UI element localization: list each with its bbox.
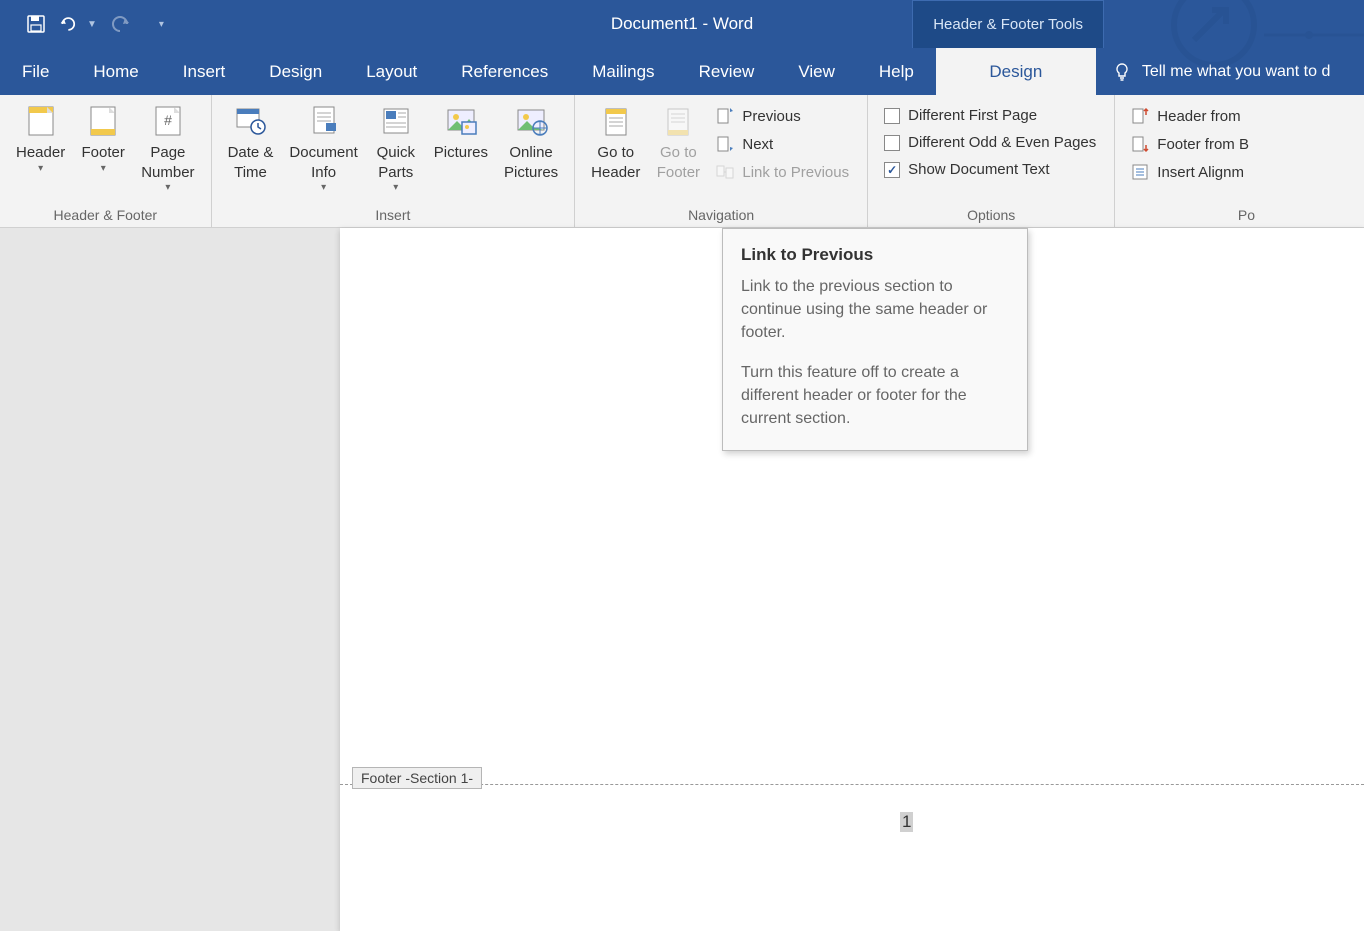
alignment-tab-icon [1131, 163, 1149, 181]
lightbulb-icon [1112, 62, 1132, 82]
document-info-button[interactable]: Document Info ▾ [281, 99, 365, 197]
group-label-options: Options [876, 203, 1106, 227]
group-options: Different First Page Different Odd & Eve… [868, 95, 1115, 227]
group-position: Header from Footer from B Insert Alignm … [1115, 95, 1267, 227]
redo-icon[interactable] [109, 13, 131, 35]
tab-view[interactable]: View [776, 48, 857, 95]
link-to-previous-button: Link to Previous [712, 161, 853, 183]
different-first-page-checkbox[interactable]: Different First Page [880, 105, 1100, 126]
tab-hf-design[interactable]: Design [936, 48, 1096, 95]
undo-icon[interactable] [59, 13, 81, 35]
undo-dropdown-caret[interactable]: ▼ [87, 19, 97, 30]
go-to-header-button[interactable]: Go to Header [583, 99, 648, 186]
next-icon [716, 135, 734, 153]
header-button[interactable]: Header ▾ [8, 99, 73, 178]
quick-access-toolbar: ▼ ▾ [0, 13, 164, 35]
online-pictures-button[interactable]: Online Pictures [496, 99, 566, 186]
svg-text:#: # [164, 112, 172, 128]
footer-button[interactable]: Footer ▾ [73, 99, 133, 178]
ribbon: Header ▾ Footer ▾ # Page Number ▾ Header… [0, 95, 1364, 228]
page-number-field[interactable]: 1 [900, 812, 913, 832]
tab-insert[interactable]: Insert [161, 48, 248, 95]
tooltip-body: Link to the previous section to continue… [741, 275, 1009, 430]
tab-review[interactable]: Review [677, 48, 777, 95]
group-insert: Date & Time Document Info ▾ Quick Parts … [212, 95, 576, 227]
tab-home[interactable]: Home [71, 48, 160, 95]
footer-boundary-line [340, 784, 1364, 785]
show-document-text-checkbox[interactable]: Show Document Text [880, 159, 1100, 180]
watermark-graphic [1134, 0, 1364, 100]
tab-mailings[interactable]: Mailings [570, 48, 676, 95]
checkbox-icon [884, 108, 900, 124]
contextual-tab-header-footer: Header & Footer Tools [912, 0, 1104, 48]
group-label-hf: Header & Footer [8, 203, 203, 227]
checkbox-icon [884, 135, 900, 151]
group-label-insert: Insert [220, 203, 567, 227]
header-from-top-icon [1131, 107, 1149, 125]
group-label-navigation: Navigation [583, 203, 859, 227]
save-icon[interactable] [25, 13, 47, 35]
group-navigation: Go to Header Go to Footer Previous Next … [575, 95, 868, 227]
quick-parts-button[interactable]: Quick Parts ▾ [366, 99, 426, 197]
group-label-position: Po [1123, 203, 1259, 227]
pictures-button[interactable]: Pictures [426, 99, 496, 167]
tab-design[interactable]: Design [247, 48, 344, 95]
document-area: Footer -Section 1- 1 [0, 228, 1364, 931]
group-header-footer: Header ▾ Footer ▾ # Page Number ▾ Header… [0, 95, 212, 227]
tab-references[interactable]: References [439, 48, 570, 95]
different-odd-even-checkbox[interactable]: Different Odd & Even Pages [880, 132, 1100, 153]
insert-alignment-tab-button[interactable]: Insert Alignm [1127, 161, 1253, 183]
go-to-footer-button: Go to Footer [648, 99, 708, 186]
window-title: Document1 - Word [611, 14, 753, 34]
date-time-button[interactable]: Date & Time [220, 99, 282, 186]
next-button[interactable]: Next [712, 133, 853, 155]
tooltip-link-to-previous: Link to Previous Link to the previous se… [722, 228, 1028, 451]
footer-from-bottom-button[interactable]: Footer from B [1127, 133, 1253, 155]
previous-icon [716, 107, 734, 125]
title-bar: ▼ ▾ Document1 - Word Header & Footer Too… [0, 0, 1364, 48]
footer-from-bottom-icon [1131, 135, 1149, 153]
tab-layout[interactable]: Layout [344, 48, 439, 95]
page-number-button[interactable]: # Page Number ▾ [133, 99, 202, 197]
tooltip-title: Link to Previous [741, 245, 1009, 265]
footer-section-tag: Footer -Section 1- [352, 767, 482, 789]
tab-help[interactable]: Help [857, 48, 936, 95]
checkbox-checked-icon [884, 162, 900, 178]
link-previous-icon [716, 163, 734, 181]
tab-file[interactable]: File [0, 48, 71, 95]
previous-button[interactable]: Previous [712, 105, 853, 127]
qat-customize-caret[interactable]: ▾ [159, 19, 164, 30]
header-from-top-button[interactable]: Header from [1127, 105, 1253, 127]
